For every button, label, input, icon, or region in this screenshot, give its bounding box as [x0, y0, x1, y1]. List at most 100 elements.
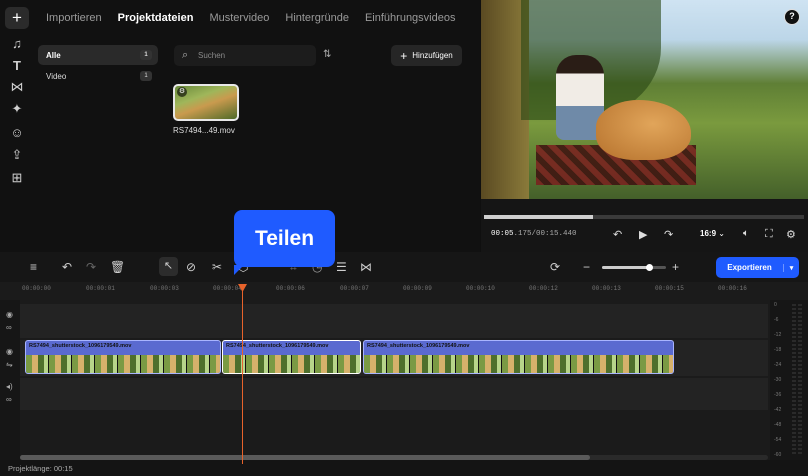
zoom-slider[interactable]	[602, 264, 666, 271]
audio-track[interactable]	[20, 378, 768, 410]
tab-hintergruende[interactable]: Hintergründe	[285, 12, 349, 24]
volume-icon[interactable]: 🔈︎	[743, 228, 749, 239]
audio-meter: 0 -6 -12 -18 -24 -30 -36 -42 -48 -54 -60	[770, 300, 808, 464]
ruler-tick: 00:00:07	[340, 285, 369, 292]
clip-filmstrip	[26, 355, 220, 373]
text-icon[interactable]: T	[8, 56, 26, 74]
fullscreen-icon[interactable]: ⛶	[765, 228, 773, 241]
search-icon: ⌕	[182, 49, 189, 61]
video-editor: + ♫ T ⋈ ✦ ☺ ⇪ ⊞ Importieren Projektdatei…	[0, 0, 808, 476]
meter-label: -54	[774, 437, 782, 443]
timeline-toolbar: ≡ ↶ ↷ 🗑︎ ↖ ⊘ ✂ ⬡ ⌗ ◷ ☰ ⋈ ⟳ − + Exportier…	[0, 252, 808, 282]
gear-icon: ⚙	[177, 87, 187, 97]
delete-icon[interactable]: 🗑︎	[110, 260, 125, 274]
time-current: 00:05	[491, 230, 514, 238]
redo-icon[interactable]: ↷	[86, 260, 96, 274]
select-icon[interactable]: ↖	[159, 257, 178, 276]
meter-label: -30	[774, 377, 782, 383]
left-toolbar: + ♫ T ⋈ ✦ ☺ ⇪ ⊞	[0, 0, 34, 252]
export-button[interactable]: Exportieren ▾	[716, 257, 799, 278]
eye-icon[interactable]: ◉	[6, 310, 13, 319]
video-preview[interactable]: ?	[481, 0, 808, 199]
zoom-slider-fill	[602, 266, 648, 269]
music-icon[interactable]: ♫	[8, 34, 26, 52]
ruler-tick: 00:00:00	[22, 285, 51, 292]
search-box: ⌕	[174, 45, 316, 66]
adjust-icon[interactable]: ☰	[336, 260, 347, 274]
add-media-button[interactable]: + Hinzufügen	[391, 45, 462, 66]
tab-projektdateien[interactable]: Projektdateien	[118, 12, 194, 24]
link-icon[interactable]: ∞	[6, 323, 12, 332]
ruler-tick: 00:00:15	[655, 285, 684, 292]
meter-label: -60	[774, 452, 782, 458]
tab-mustervideo[interactable]: Mustervideo	[209, 12, 269, 24]
category-video[interactable]: Video 1	[38, 66, 158, 86]
overlay-track[interactable]	[20, 304, 768, 338]
media-thumbnail[interactable]: ⚙	[173, 84, 239, 121]
clip-title: RS7494_shutterstock_1096179549.mov	[367, 343, 470, 349]
playhead[interactable]	[238, 284, 247, 464]
transition-icon[interactable]: ⋈	[8, 78, 26, 96]
clip-filmstrip	[223, 355, 360, 373]
split-icon[interactable]: ✂	[212, 260, 222, 274]
video-clip[interactable]: RS7494_shutterstock_1096179549.mov	[363, 340, 674, 374]
ruler-tick: 00:00:13	[592, 285, 621, 292]
chevron-down-icon[interactable]: ▾	[783, 263, 799, 272]
media-tabs: Importieren Projektdateien Mustervideo H…	[46, 12, 471, 24]
category-label: Alle	[46, 51, 61, 60]
ruler-tick: 00:00:06	[276, 285, 305, 292]
sort-icon[interactable]: ⇅	[323, 49, 331, 60]
meter-label: 0	[774, 302, 777, 308]
category-count: 1	[140, 50, 152, 60]
eye-icon[interactable]: ◉	[6, 347, 13, 356]
search-input[interactable]	[198, 49, 308, 62]
clip-filmstrip	[364, 355, 673, 373]
tab-importieren[interactable]: Importieren	[46, 12, 102, 24]
tab-einfuehrungsvideos[interactable]: Einführungsvideos	[365, 12, 456, 24]
time-ruler[interactable]: 00:00:00 00:00:01 00:00:03 00:00:04 00:0…	[20, 282, 770, 298]
sticker-icon[interactable]: ☺	[8, 123, 26, 141]
preview-scrubber[interactable]	[484, 215, 804, 219]
zoom-in-icon[interactable]: +	[672, 260, 679, 274]
lock-icon[interactable]: ⇋	[6, 360, 13, 369]
scrubber-progress	[484, 215, 593, 219]
export-label: Exportieren	[727, 263, 772, 272]
forward-icon[interactable]: ↷	[664, 228, 673, 241]
disable-icon[interactable]: ⊘	[186, 260, 196, 274]
add-media-label: Hinzufügen	[412, 51, 453, 60]
clip-title: RS7494_shutterstock_1096179549.mov	[29, 343, 132, 349]
chevron-down-icon: ⌄	[718, 229, 725, 238]
settings-icon[interactable]: ⚙	[786, 228, 796, 241]
meter-label: -36	[774, 392, 782, 398]
zoom-out-icon[interactable]: −	[583, 260, 590, 274]
time-current-ms: .175	[513, 230, 532, 238]
undo-icon[interactable]: ↶	[62, 260, 72, 274]
import-icon[interactable]: ⇪	[8, 146, 26, 164]
dog-figure	[596, 100, 691, 160]
link-icon[interactable]: ∞	[6, 395, 12, 404]
plus-icon[interactable]: +	[5, 7, 29, 29]
aspect-ratio-select[interactable]: 16:9 ⌄	[700, 229, 725, 238]
audio-icon[interactable]: ◂)	[6, 382, 13, 391]
ruler-tick: 00:00:10	[466, 285, 495, 292]
video-clip[interactable]: RS7494_shutterstock_1096179549.mov	[25, 340, 221, 374]
meter-bar-right	[798, 304, 802, 454]
ruler-tick: 00:00:09	[403, 285, 432, 292]
add-track-icon[interactable]: ≡	[30, 260, 37, 274]
category-count: 1	[140, 71, 152, 81]
category-alle[interactable]: Alle 1	[38, 45, 158, 65]
media-filename: RS7494...49.mov	[173, 126, 235, 135]
time-total: /00:15.440	[531, 230, 577, 238]
snap-icon[interactable]: ⟳	[550, 260, 560, 274]
mask-icon[interactable]: ⋈	[360, 260, 372, 274]
timeline-panel: ≡ ↶ ↷ 🗑︎ ↖ ⊘ ✂ ⬡ ⌗ ◷ ☰ ⋈ ⟳ − + Exportier…	[0, 252, 808, 476]
play-icon[interactable]: ▶	[639, 228, 647, 241]
rewind-icon[interactable]: ↶	[613, 228, 622, 241]
help-icon[interactable]: ?	[784, 9, 800, 25]
zoom-slider-knob[interactable]	[646, 264, 653, 271]
templates-icon[interactable]: ⊞	[8, 169, 26, 187]
category-label: Video	[46, 72, 67, 81]
ruler-tick: 00:00:01	[86, 285, 115, 292]
effects-icon[interactable]: ✦	[8, 100, 26, 118]
plus-icon: +	[400, 48, 408, 63]
